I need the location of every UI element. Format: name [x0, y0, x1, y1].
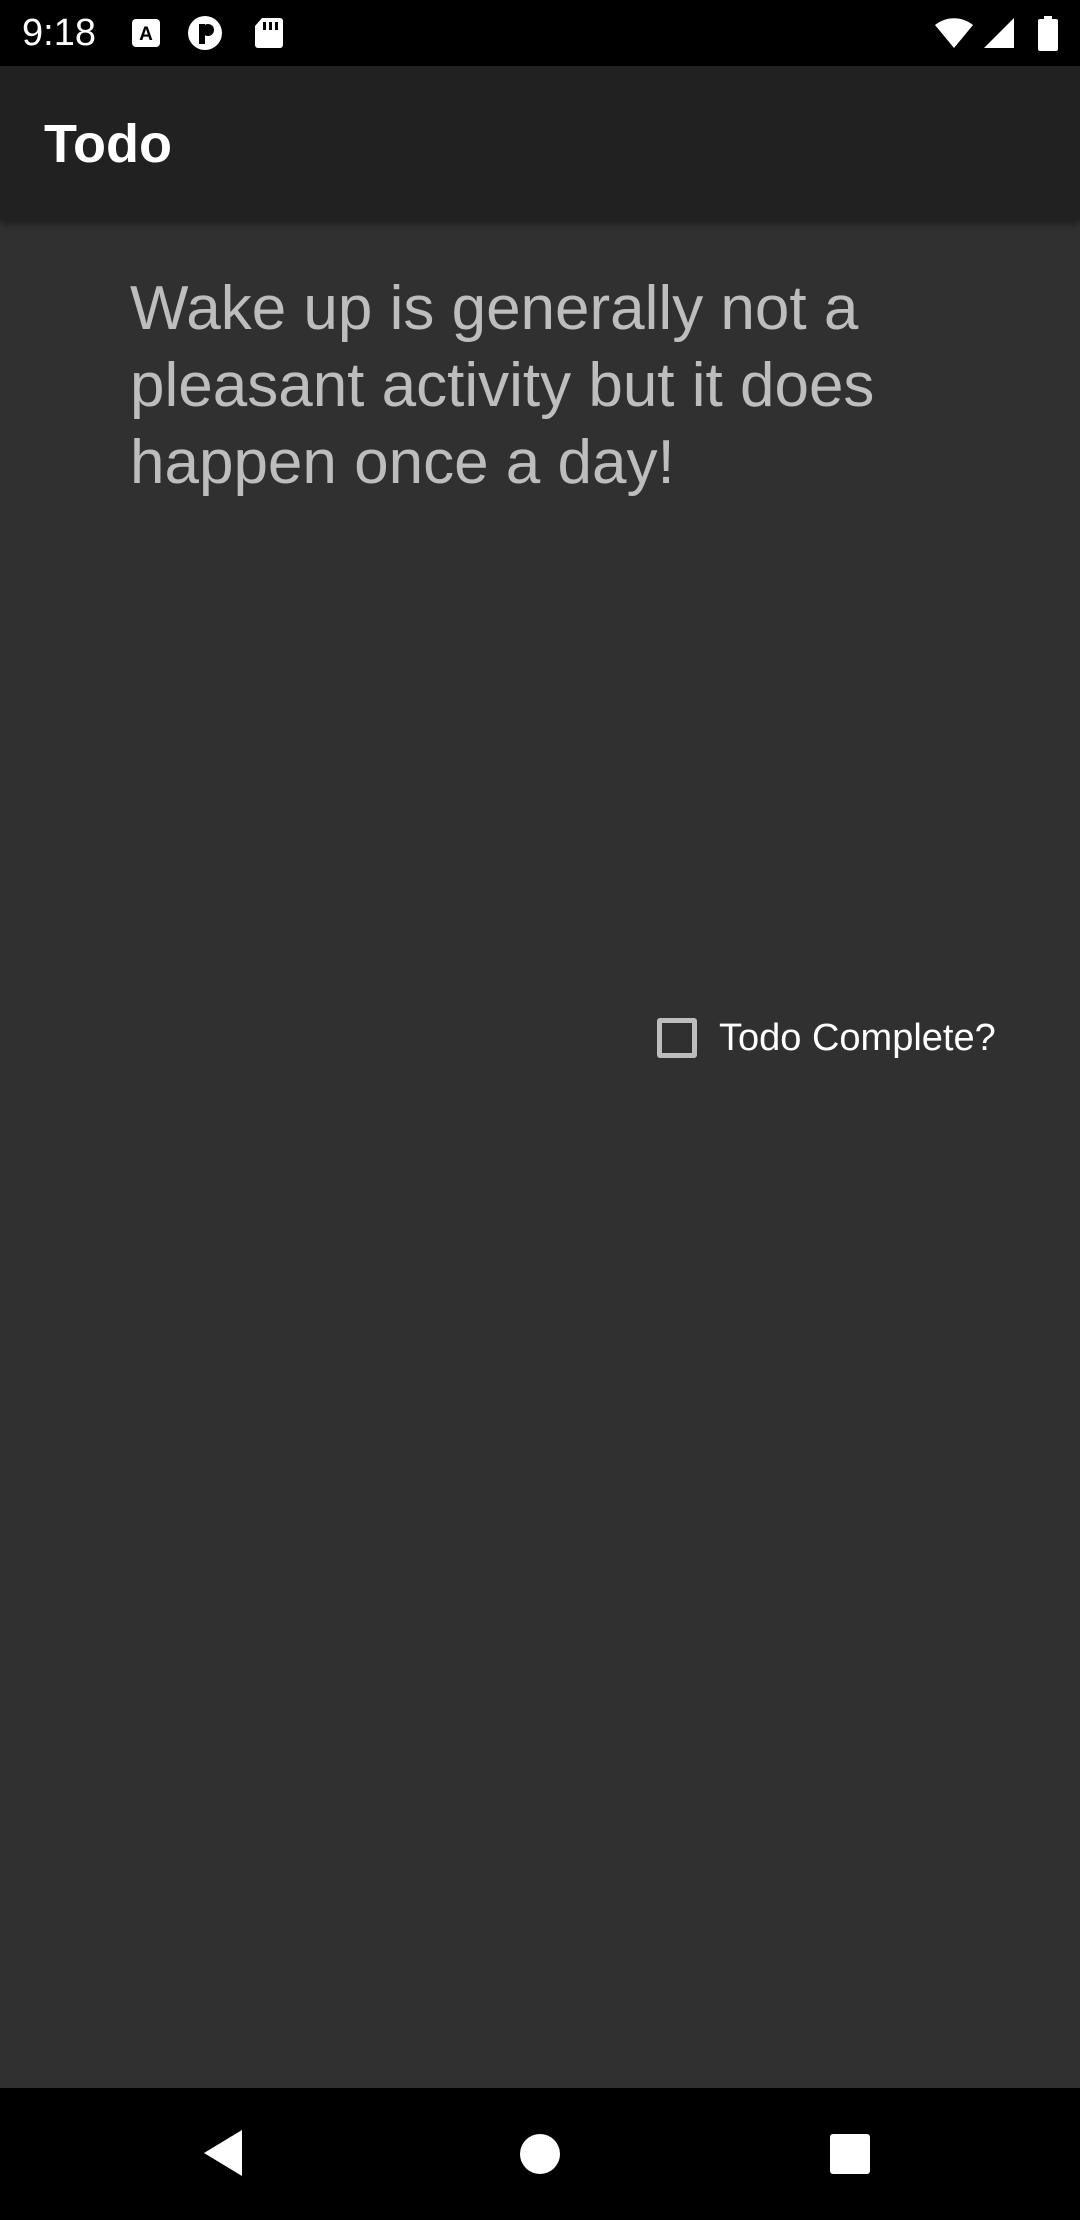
sd-card-icon [252, 16, 286, 50]
status-bar: 9:18 A [0, 0, 1080, 66]
font-a-icon: A [130, 16, 164, 50]
svg-text:A: A [139, 24, 153, 45]
home-icon[interactable] [510, 2124, 570, 2184]
battery-icon [1036, 16, 1060, 51]
back-icon[interactable] [196, 2124, 256, 2184]
todo-complete-label: Todo Complete? [719, 1017, 996, 1059]
signal-icon [982, 16, 1016, 50]
status-time: 9:18 [22, 12, 96, 54]
todo-complete-checkbox[interactable]: Todo Complete? [640, 1006, 996, 1070]
circle-p-icon [186, 16, 222, 50]
checkbox-icon[interactable] [657, 1018, 697, 1058]
app-bar: Todo [0, 66, 1080, 220]
app-title: Todo [44, 114, 172, 174]
recents-icon[interactable] [820, 2124, 880, 2184]
todo-detail-screen: 9:18 A Todo Wake up is generally not a p… [0, 0, 1080, 2220]
wifi-icon [934, 16, 974, 50]
navigation-bar [0, 2088, 1080, 2220]
todo-description: Wake up is generally not a pleasant acti… [130, 274, 875, 497]
